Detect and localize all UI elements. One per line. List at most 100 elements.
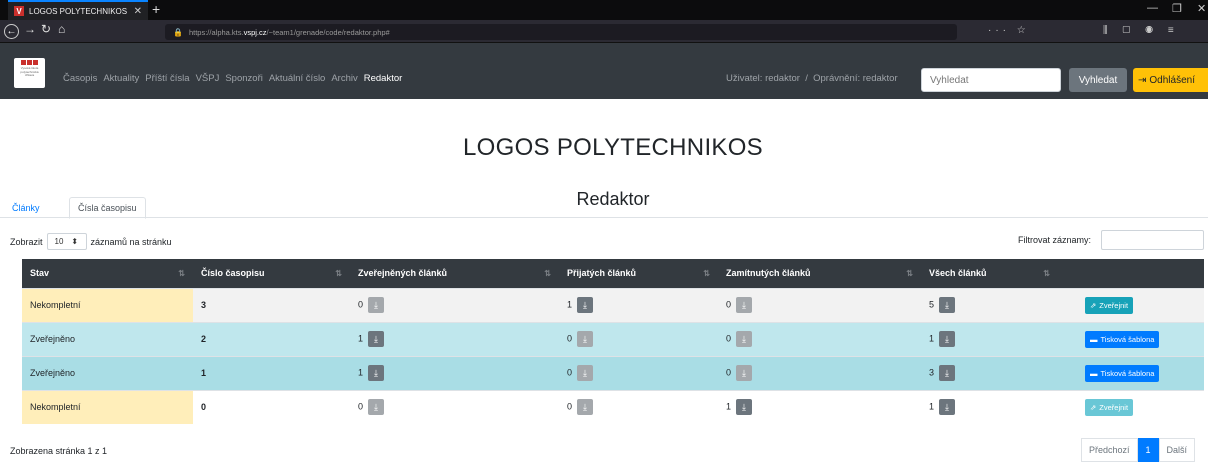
table-row: Zveřejněno 1 1 ⤓ 0 ⤓ 0 ⤓ 3 ⤓ ▬ Tisková šablon… [22, 355, 1204, 390]
reload-icon[interactable]: ↻ [41, 22, 51, 36]
filter-input[interactable] [1101, 230, 1204, 250]
column-header-prijatych[interactable]: Přijatých článků ⇅ [559, 259, 718, 288]
download-icon[interactable]: ⤓ [577, 331, 594, 347]
cell-zamitnutych: 0 ⤓ [718, 321, 921, 356]
browser-tab-bar [0, 0, 1208, 20]
toolbar-extension-icons[interactable]: ⫼ ▢ ◉ ≡ [1103, 25, 1180, 36]
main-nav: Časopis Aktuality Příští čísla VŠPJ Spon… [63, 73, 402, 84]
publish-button[interactable]: ⇗ Zveřejnit [1085, 296, 1134, 314]
user-info: Uživatel: redaktor / Oprávnění: redaktor [726, 73, 898, 84]
table-row: Nekompletní 0 0 ⤓ 0 ⤓ 1 ⤓ 1 ⤓ ⇗ Zveřejnit [22, 389, 1204, 424]
cell-cislo: 0 [193, 389, 350, 424]
url-bar[interactable]: 🔒 https://alpha.kts. vspj.cz/~team1/grena… [165, 24, 957, 40]
column-header-zverejnenych[interactable]: Zveřejněných článků ⇅ [350, 259, 559, 288]
nav-link-casopis[interactable]: Časopis [63, 73, 97, 84]
download-icon[interactable]: ⤓ [939, 331, 956, 347]
download-icon[interactable]: ⤓ [939, 365, 956, 381]
download-icon[interactable]: ⤓ [577, 399, 594, 416]
page-length-prefix: Zobrazit [10, 236, 43, 247]
column-header-vsech[interactable]: Všech článků ⇅ [921, 259, 1058, 288]
cell-cislo: 1 [193, 355, 350, 390]
new-tab-icon[interactable]: + [152, 1, 160, 17]
nav-link-aktuality[interactable]: Aktuality [103, 73, 139, 84]
forward-icon[interactable]: → [24, 22, 36, 36]
download-icon[interactable]: ⤓ [368, 399, 385, 416]
site-logo[interactable]: Vysoká škola polytechnická Jihlava [14, 58, 45, 88]
cell-action: ▬ Tisková šablona [1058, 355, 1204, 390]
cell-zverejnenych: 0 ⤓ [350, 389, 559, 424]
page-length-control: Zobrazit 10 ⬍ záznamů na stránku [10, 233, 172, 250]
cell-zamitnutych: 0 ⤓ [718, 287, 921, 322]
close-window-icon[interactable]: ✕ [1197, 2, 1206, 15]
cell-stav: Nekompletní [22, 389, 193, 424]
lock-icon: 🔒 [173, 27, 183, 37]
column-header-stav[interactable]: Stav ⇅ [22, 259, 193, 288]
page-actions-icons[interactable]: ··· ☆ [988, 25, 1030, 36]
column-header-zamitnutych[interactable]: Zamítnutých článků ⇅ [718, 259, 921, 288]
nav-link-archiv[interactable]: Archiv [331, 73, 357, 84]
cell-zverejnenych: 1 ⤓ [350, 321, 559, 356]
download-icon[interactable]: ⤓ [577, 297, 594, 313]
issues-table: Stav ⇅ Číslo časopisu ⇅ Zveřejněných článk… [22, 259, 1204, 424]
share-icon: ⇗ [1090, 402, 1097, 412]
cell-cislo: 2 [193, 321, 350, 356]
search-input[interactable]: Vyhledat [921, 68, 1061, 92]
table-row: Nekompletní 3 0 ⤓ 1 ⤓ 0 ⤓ 5 ⤓ ⇗ Zveřejnit [22, 287, 1204, 322]
cell-stav: Zveřejněno [22, 355, 193, 390]
cell-prijatych: 0 ⤓ [559, 389, 718, 424]
download-icon[interactable]: ⤓ [368, 331, 385, 347]
download-icon[interactable]: ⤓ [939, 399, 956, 416]
sort-icon: ⇅ [703, 269, 710, 278]
sort-icon: ⇅ [906, 269, 913, 278]
cell-zverejnenych: 0 ⤓ [350, 287, 559, 322]
table-info: Zobrazena stránka 1 z 1 [10, 446, 108, 456]
publish-button[interactable]: ⇗ Zveřejnit [1085, 398, 1134, 416]
cell-prijatych: 0 ⤓ [559, 355, 718, 390]
browser-tab-title: LOGOS POLYTECHNIKOS [29, 6, 128, 16]
sort-icon: ⇅ [1043, 269, 1050, 278]
tab-clanky[interactable]: Články [4, 197, 48, 218]
search-button[interactable]: Vyhledat [1069, 68, 1127, 92]
download-icon[interactable]: ⤓ [736, 331, 753, 347]
url-prefix: https://alpha.kts. [188, 27, 244, 37]
cell-vsech: 5 ⤓ [921, 287, 1058, 322]
column-header-cislo[interactable]: Číslo časopisu ⇅ [193, 259, 350, 288]
close-tab-icon[interactable]: ✕ [134, 6, 142, 17]
pagination-page[interactable]: 1 [1137, 438, 1159, 462]
cell-stav: Zveřejněno [22, 321, 193, 356]
download-icon[interactable]: ⤓ [736, 365, 753, 381]
print-template-button[interactable]: ▬ Tisková šablona [1085, 330, 1160, 348]
nav-link-sponzori[interactable]: Sponzoři [225, 73, 263, 84]
back-icon[interactable]: ← [4, 24, 19, 39]
nav-link-vspj[interactable]: VŠPJ [196, 73, 220, 84]
share-icon: ⇗ [1090, 300, 1097, 310]
pagination-prev[interactable]: Předchozí [1081, 438, 1138, 462]
maximize-icon[interactable]: ❐ [1172, 2, 1182, 15]
nav-link-aktualni-cislo[interactable]: Aktuální číslo [269, 73, 326, 84]
download-icon[interactable]: ⤓ [736, 399, 753, 416]
cell-vsech: 3 ⤓ [921, 355, 1058, 390]
nav-link-redaktor[interactable]: Redaktor [364, 73, 403, 84]
download-icon[interactable]: ⤓ [577, 365, 594, 381]
content-tabs: Články Čísla časopisu [0, 197, 1208, 219]
tab-cisla-casopisu[interactable]: Čísla časopisu [69, 197, 146, 219]
cell-action: ⇗ Zveřejnit [1058, 287, 1204, 322]
filter-label: Filtrovat záznamy: [1018, 235, 1092, 245]
print-icon: ▬ [1090, 334, 1098, 344]
page-length-select[interactable]: 10 ⬍ [46, 233, 87, 250]
nav-link-pristi-cisla[interactable]: Příští čísla [145, 73, 189, 84]
browser-tab[interactable]: V LOGOS POLYTECHNIKOS ✕ [8, 0, 148, 20]
download-icon[interactable]: ⤓ [736, 297, 753, 313]
download-icon[interactable]: ⤓ [368, 297, 385, 313]
logout-icon: ⇥ [1138, 74, 1147, 86]
table-row: Zveřejněno 2 1 ⤓ 0 ⤓ 0 ⤓ 1 ⤓ ▬ Tisková šablon… [22, 321, 1204, 356]
pagination-next[interactable]: Další [1158, 438, 1196, 462]
minimize-icon[interactable]: — [1147, 2, 1158, 14]
download-icon[interactable]: ⤓ [368, 365, 385, 381]
cell-vsech: 1 ⤓ [921, 321, 1058, 356]
print-template-button[interactable]: ▬ Tisková šablona [1085, 364, 1160, 382]
download-icon[interactable]: ⤓ [939, 297, 956, 313]
logout-button[interactable]: ⇥ Odhlášení [1133, 68, 1208, 92]
home-icon[interactable]: ⌂ [58, 22, 65, 36]
url-domain: vspj.cz [243, 27, 267, 37]
